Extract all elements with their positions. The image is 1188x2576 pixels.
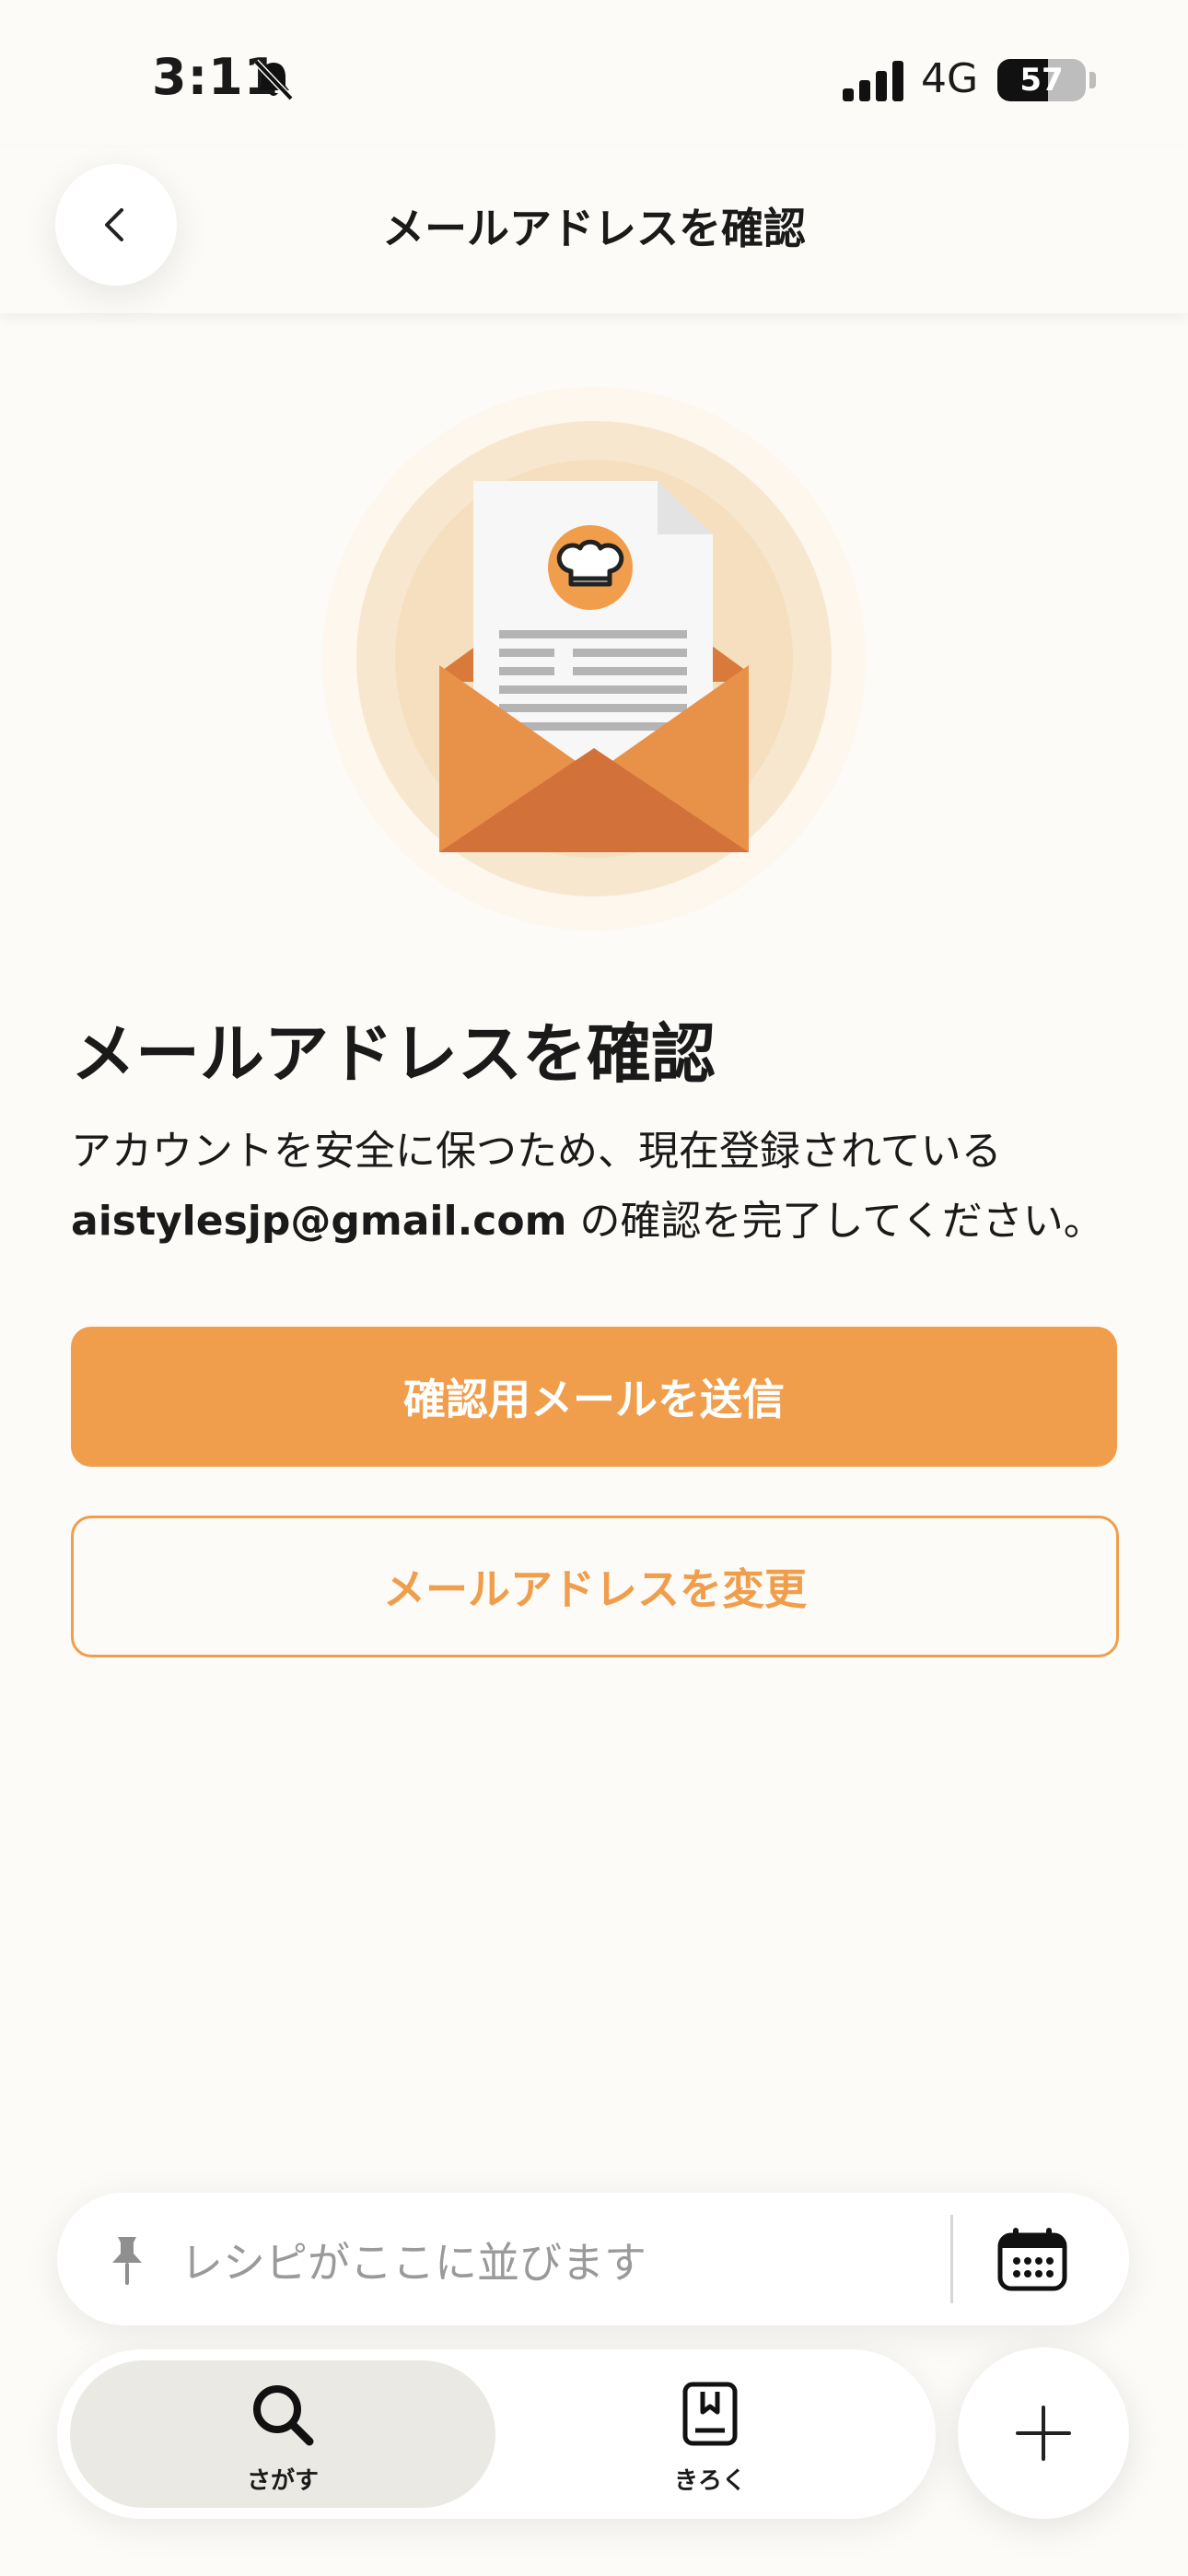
tab-label: さがす [246,2467,319,2495]
recipe-placeholder: レシピがここに並びます [181,2238,646,2288]
header: メールアドレスを確認 [0,147,1188,313]
tab-record[interactable]: きろく [497,2360,923,2508]
search-icon [253,2385,314,2446]
main-heading: メールアドレスを確認 [71,1016,716,1092]
plus-icon [1016,2406,1071,2461]
change-email-button[interactable]: メールアドレスを変更 [71,1516,1119,1657]
add-button[interactable] [958,2348,1129,2519]
status-bar: 3:11 4G 57 [0,0,1188,157]
divider [950,2215,953,2303]
battery-label: 57 [1019,62,1064,99]
cellular-signal-icon [843,61,903,101]
bell-slash-icon [253,59,294,101]
network-label: 4G [921,55,979,102]
description-line2: の確認を完了してください。 [566,1198,1104,1245]
send-verification-button[interactable]: 確認用メールを送信 [71,1327,1117,1467]
battery-cap [1089,72,1096,88]
envelope-letter-chef-hat-icon [322,387,866,931]
battery-icon: 57 [997,59,1086,101]
tab-search[interactable]: さがす [70,2360,495,2508]
pin-icon [112,2237,142,2285]
description-line1: アカウントを安全に保つため、現在登録されている [71,1128,1002,1175]
tab-bar: さがす きろく [57,2349,936,2519]
recipe-bar[interactable]: レシピがここに並びます [57,2193,1129,2325]
description: アカウントを安全に保つため、現在登録されている aistylesjp@gmail.… [71,1117,1139,1257]
calendar-icon[interactable] [996,2226,1068,2292]
page-title: メールアドレスを確認 [382,204,806,253]
tab-label: きろく [673,2467,746,2495]
email-address: aistylesjp@gmail.com [71,1198,567,1245]
notebook-icon [682,2382,738,2446]
